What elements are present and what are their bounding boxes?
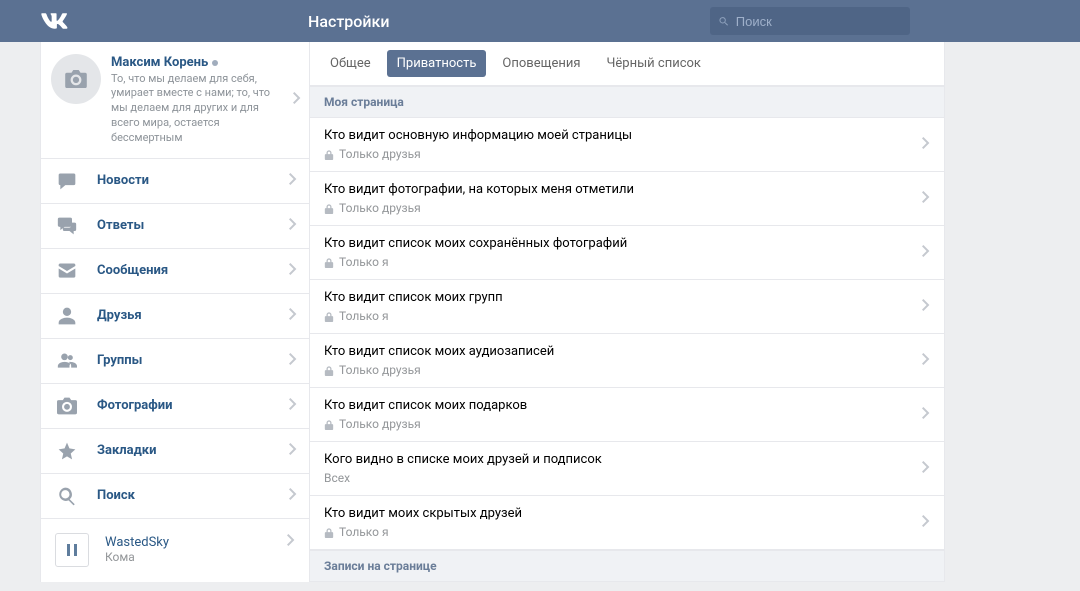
page-title: Настройки [308,12,389,31]
profile-name: Максим Корень [111,55,208,70]
lock-icon [324,365,334,375]
sidebar-item-photos[interactable]: Фотографии [41,384,309,429]
chevron-right-icon [289,218,297,234]
sidebar-item-label: Новости [97,173,149,188]
privacy-question: Кто видит основную информацию моей стран… [324,128,930,143]
online-dot-icon [212,60,218,66]
tab-general[interactable]: Общее [320,50,381,77]
privacy-row[interactable]: Кто видит основную информацию моей стран… [310,118,944,172]
privacy-row[interactable]: Кто видит список моих подарков Только дру… [310,388,944,442]
chevron-right-icon [922,461,930,477]
topbar: Настройки [0,0,1080,42]
chevron-right-icon [287,534,295,550]
chevron-right-icon [922,353,930,369]
sidebar-item-label: Сообщения [97,263,168,278]
privacy-question: Кто видит список моих подарков [324,398,930,413]
chevron-right-icon [922,407,930,423]
lock-icon [324,203,334,213]
pause-icon [66,544,78,556]
privacy-question: Кого видно в списке моих друзей и подпис… [324,452,930,467]
privacy-question: Кто видит список моих сохранённых фотогр… [324,236,930,251]
chevron-right-icon [922,515,930,531]
chevron-right-icon [289,263,297,279]
privacy-row[interactable]: Кого видно в списке моих друзей и подпис… [310,442,944,496]
sidebar-item-label: Поиск [97,488,135,503]
tab-privacy[interactable]: Приватность [387,50,487,77]
section-header-wall: Записи на странице [310,550,944,582]
sidebar: Максим Корень То, что мы делаем для себя… [40,42,310,582]
sidebar-item-label: Друзья [97,308,142,323]
sidebar-item-label: Ответы [97,218,144,233]
privacy-row[interactable]: Кто видит список моих аудиозаписей Только… [310,334,944,388]
privacy-row[interactable]: Кто видит фотографии, на которых меня от… [310,172,944,226]
search-input[interactable] [736,14,902,29]
privacy-row[interactable]: Кто видит список моих сохранённых фотогр… [310,226,944,280]
player-artist: WastedSky [105,535,169,550]
magnifier-icon [55,484,79,508]
tab-blacklist[interactable]: Чёрный список [596,50,710,77]
chevron-right-icon [922,191,930,207]
main-content: Общее Приватность Оповещения Чёрный спис… [310,42,945,582]
privacy-value: Только я [324,255,930,269]
envelope-icon [55,259,79,283]
lock-icon [324,311,334,321]
search-box[interactable] [710,7,910,35]
lock-icon [324,257,334,267]
star-icon [55,439,79,463]
section-header-my-page: Моя страница [310,86,944,118]
sidebar-item-groups[interactable]: Группы [41,339,309,384]
privacy-value: Только друзья [324,417,930,431]
privacy-value: Только друзья [324,147,930,161]
lock-icon [324,527,334,537]
sidebar-item-friends[interactable]: Друзья [41,294,309,339]
chevron-right-icon [289,308,297,324]
privacy-value: Всех [324,471,930,485]
chevron-right-icon [293,92,301,108]
sidebar-item-news[interactable]: Новости [41,159,309,204]
chevron-right-icon [922,137,930,153]
privacy-value: Только друзья [324,201,930,215]
sidebar-item-replies[interactable]: Ответы [41,204,309,249]
privacy-value: Только я [324,309,930,323]
profile-status: То, что мы делаем для себя, умирает вмес… [111,72,285,146]
sidebar-item-messages[interactable]: Сообщения [41,249,309,294]
privacy-question: Кто видит моих скрытых друзей [324,506,930,521]
search-icon [718,15,730,28]
vk-logo[interactable] [40,7,68,35]
lock-icon [324,419,334,429]
chevron-right-icon [289,353,297,369]
audio-player[interactable]: WastedSky Кома [41,519,309,581]
profile-card[interactable]: Максим Корень То, что мы делаем для себя… [41,42,309,159]
camera-icon [55,394,79,418]
tabs: Общее Приватность Оповещения Чёрный спис… [310,42,944,86]
privacy-row[interactable]: Кто видит список моих групп Только я [310,280,944,334]
people-icon [55,349,79,373]
chevron-right-icon [289,488,297,504]
privacy-question: Кто видит список моих аудиозаписей [324,344,930,359]
speech-bubble-icon [55,169,79,193]
replies-icon [55,214,79,238]
privacy-row[interactable]: Кто видит моих скрытых друзей Только я [310,496,944,550]
chevron-right-icon [289,173,297,189]
sidebar-item-search[interactable]: Поиск [41,474,309,519]
sidebar-item-bookmarks[interactable]: Закладки [41,429,309,474]
chevron-right-icon [289,443,297,459]
privacy-question: Кто видит фотографии, на которых меня от… [324,182,930,197]
sidebar-item-label: Фотографии [97,398,173,413]
privacy-value: Только я [324,525,930,539]
tab-notifications[interactable]: Оповещения [492,50,590,77]
person-icon [55,304,79,328]
pause-button[interactable] [55,533,89,567]
avatar [51,54,101,104]
camera-icon [65,70,87,88]
lock-icon [324,149,334,159]
chevron-right-icon [289,398,297,414]
sidebar-item-label: Закладки [97,443,156,458]
chevron-right-icon [922,245,930,261]
chevron-right-icon [922,299,930,315]
privacy-value: Только друзья [324,363,930,377]
privacy-question: Кто видит список моих групп [324,290,930,305]
sidebar-item-label: Группы [97,353,142,368]
player-track: Кома [105,550,169,564]
